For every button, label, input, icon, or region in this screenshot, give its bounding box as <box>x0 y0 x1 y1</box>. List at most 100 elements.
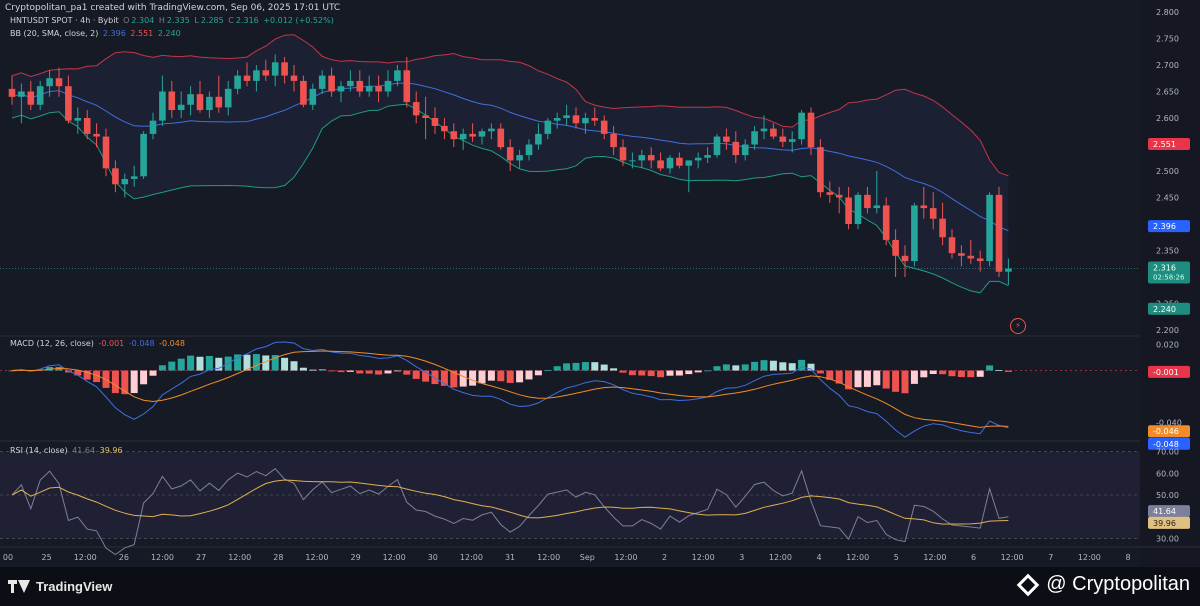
candle-body <box>506 147 514 161</box>
open-value: 2.304 <box>131 16 155 25</box>
macd-histogram-bar <box>713 366 721 371</box>
time-tick-label: 12:00 <box>228 553 251 562</box>
candle-body <box>760 128 768 132</box>
candle-body <box>74 118 82 121</box>
macd-histogram-bar <box>168 361 176 371</box>
tradingview-logo[interactable]: TradingView <box>8 579 112 594</box>
tradingview-chart-screenshot: 2.8002.7502.7002.6502.6002.5502.5002.450… <box>0 0 1200 606</box>
price-tick-label: 2.600 <box>1156 114 1179 123</box>
candle-body <box>8 88 16 97</box>
macd-histogram-bar <box>873 370 881 386</box>
cryptopolitan-logo-icon <box>1016 573 1040 596</box>
candle-body <box>112 168 119 185</box>
candle-body <box>102 136 110 169</box>
macd-histogram-bar <box>863 370 871 387</box>
macd-histogram-bar <box>741 364 749 371</box>
candle-body <box>65 86 72 121</box>
candle-body <box>854 194 862 224</box>
candle-body <box>271 62 279 76</box>
price-tick-label: 2.800 <box>1156 8 1179 17</box>
macd-histogram-bar <box>328 370 336 372</box>
macd-histogram-bar <box>563 363 571 371</box>
macd-histogram-bar <box>478 370 486 384</box>
macd-histogram-bar <box>760 360 768 371</box>
rsi-legend[interactable]: RSI (14, close) 41.64 39.96 <box>10 446 125 455</box>
time-tick-label: 12:00 <box>1001 553 1024 562</box>
candle-body <box>967 255 975 259</box>
price-tick-label: 2.750 <box>1156 35 1179 44</box>
price-legend: HNTUSDT SPOT · 4h · Bybit O 2.304 H 2.335 … <box>10 16 334 25</box>
candle-body <box>685 160 693 166</box>
rsi-ma-value: 39.96 <box>99 446 123 455</box>
candle-body <box>168 91 176 111</box>
rsi-tick-label: 60.00 <box>1156 469 1179 478</box>
macd-histogram-bar <box>544 370 552 371</box>
candle-body <box>600 120 608 134</box>
macd-histogram-bar <box>788 363 796 371</box>
time-tick-label: 12:00 <box>460 553 483 562</box>
macd-histogram-bar <box>591 362 599 371</box>
macd-histogram-bar <box>628 370 636 376</box>
candle-body <box>36 86 44 105</box>
macd-histogram-bar <box>205 355 213 371</box>
macd-histogram-bar <box>356 370 364 374</box>
time-tick-label: 27 <box>196 553 206 562</box>
macd-histogram-bar <box>769 360 777 371</box>
time-tick-label: 31 <box>505 553 515 562</box>
bb-upper-badge: 2.551 <box>1153 140 1176 149</box>
macd-histogram-bar <box>572 362 580 371</box>
candle-body <box>647 155 655 161</box>
candle-body <box>140 133 147 177</box>
candle-body <box>666 157 674 169</box>
candle-body <box>901 255 909 262</box>
candle-body <box>873 205 881 209</box>
time-tick-label: 8 <box>1125 553 1130 562</box>
candle-body <box>121 178 129 185</box>
cryptopolitan-logo: @ Cryptopolitan <box>1016 573 1190 596</box>
candle-body <box>676 157 683 166</box>
flash-icon[interactable]: ⚡ <box>1010 318 1026 334</box>
time-tick-label: 25 <box>42 553 52 562</box>
candle-body <box>234 75 241 89</box>
candle-body <box>948 237 956 254</box>
macd-histogram-bar <box>431 370 439 385</box>
candle-body <box>770 128 777 137</box>
candle-body <box>318 75 326 89</box>
candle-body <box>525 144 533 156</box>
time-tick-label: 6 <box>971 553 976 562</box>
macd-histogram-bar <box>290 361 298 371</box>
candle-body <box>864 194 871 209</box>
candle-body <box>328 75 335 92</box>
candle-body <box>741 144 749 156</box>
candle-body <box>300 80 307 105</box>
candle-body <box>441 125 448 132</box>
candle-body <box>488 128 495 132</box>
candle-body <box>788 139 796 142</box>
cryptopolitan-brand-text: @ Cryptopolitan <box>1046 573 1190 595</box>
candle-body <box>18 91 25 97</box>
time-tick-label: 3 <box>739 553 744 562</box>
time-tick-label: 12:00 <box>1078 553 1101 562</box>
macd-legend[interactable]: MACD (12, 26, close) -0.001 -0.048 -0.04… <box>10 339 187 348</box>
price-tick-label: 2.350 <box>1156 247 1179 256</box>
candle-body <box>187 94 194 105</box>
macd-histogram-bar <box>610 368 618 371</box>
candle-body <box>638 155 646 161</box>
candle-body <box>986 194 993 262</box>
macd-histogram-bar <box>346 370 354 372</box>
close-value: 2.316 <box>235 16 259 25</box>
macd-histogram-bar <box>487 370 495 381</box>
bb-label: BB (20, SMA, close, 2) <box>10 29 99 38</box>
time-tick-label: 12:00 <box>614 553 637 562</box>
candle-body <box>610 133 617 148</box>
macd-histogram-bar <box>638 370 646 376</box>
candle-body <box>779 136 787 142</box>
candle-body <box>882 205 890 240</box>
chart-canvas[interactable]: 2.8002.7502.7002.6502.6002.5502.5002.450… <box>0 0 1200 567</box>
macd-signal-badge: -0.046 <box>1153 427 1179 436</box>
bb-upper-value: 2.551 <box>130 29 154 38</box>
macd-histogram-bar <box>516 370 524 383</box>
bb-legend[interactable]: BB (20, SMA, close, 2) 2.396 2.551 2.240 <box>10 29 183 38</box>
candle-body <box>723 136 730 142</box>
candle-body <box>478 131 486 137</box>
